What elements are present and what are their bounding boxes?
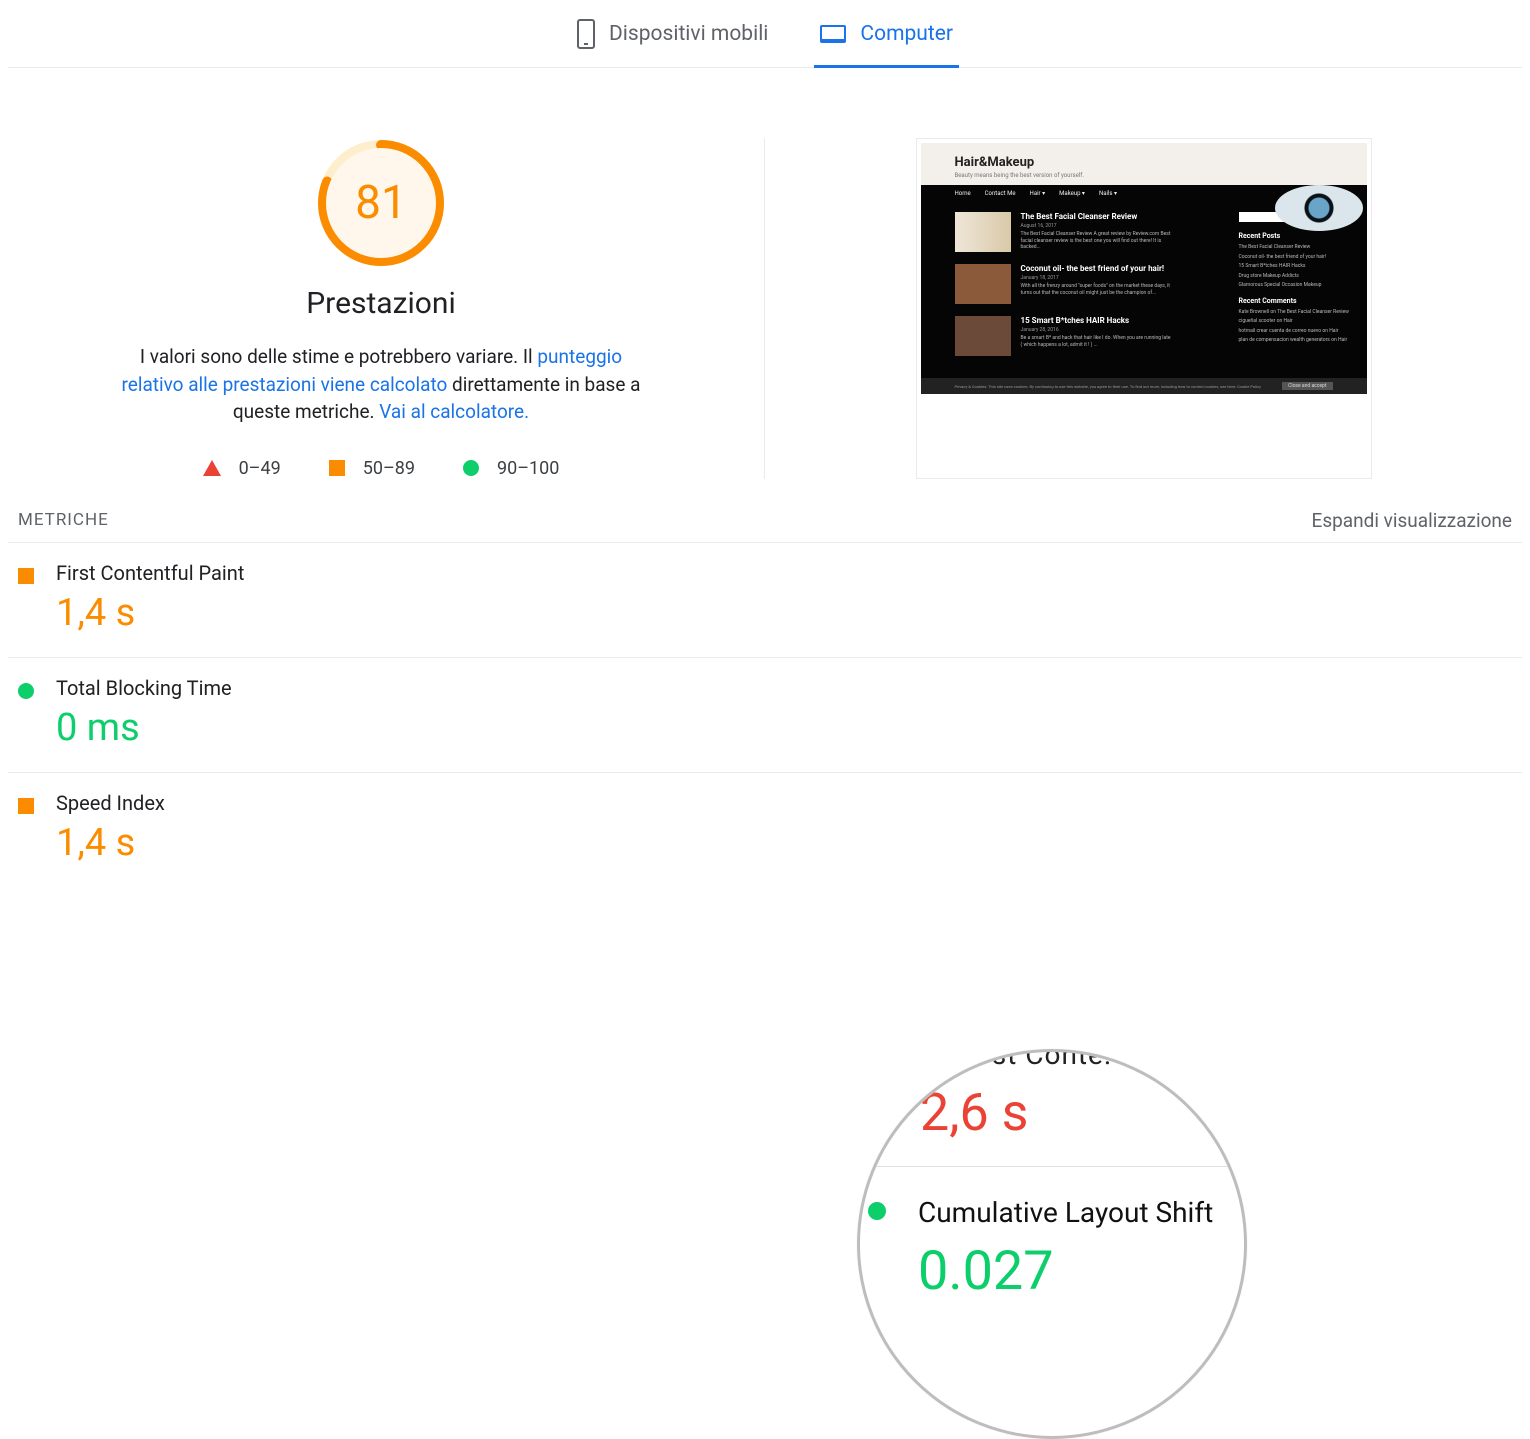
legend-bad: 0–49: [239, 458, 281, 479]
legend-good: 90–100: [497, 458, 559, 479]
metric-name: Total Blocking Time: [56, 676, 232, 700]
tab-mobile-label: Dispositivi mobili: [609, 22, 768, 46]
magnifier-overlay: st Conte. 2,6 s Cumulative Layout Shift …: [857, 1049, 1247, 1439]
computer-icon: [820, 25, 846, 43]
calculator-link[interactable]: Vai al calcolatore.: [379, 400, 529, 423]
metrics-heading: METRICHE: [18, 510, 109, 530]
circle-green-icon: [868, 1202, 886, 1220]
metric-name: First Contentful Paint: [56, 561, 244, 585]
device-tabs: Dispositivi mobili Computer: [8, 0, 1522, 68]
magnifier-top-fragment: st Conte.: [860, 1049, 1244, 1071]
metric-value: 1,4 s: [56, 821, 165, 865]
performance-description: I valori sono delle stime e potrebbero v…: [111, 343, 651, 426]
score-legend: 0–49 50–89 90–100: [203, 458, 560, 479]
magnifier-cls-name: Cumulative Layout Shift: [918, 1196, 1213, 1229]
performance-summary: 81 Prestazioni I valori sono delle stime…: [8, 138, 765, 479]
performance-title: Prestazioni: [306, 286, 456, 321]
circle-green-icon: [18, 683, 34, 699]
shot-subtitle: Beauty means being the best version of y…: [955, 172, 1095, 179]
page-screenshot: Hair&Makeup Beauty means being the best …: [916, 138, 1372, 479]
metric-name: Speed Index: [56, 791, 165, 815]
tab-computer[interactable]: Computer: [814, 0, 959, 67]
magnifier-cls-value: 0.027: [918, 1240, 1054, 1303]
metric-value: 0 ms: [56, 706, 232, 750]
tab-computer-label: Computer: [860, 22, 953, 46]
tab-mobile[interactable]: Dispositivi mobili: [571, 0, 774, 67]
square-orange-icon: [18, 798, 34, 814]
magnifier-lcp-value: 2,6 s: [920, 1082, 1028, 1143]
expand-view-button[interactable]: Espandi visualizzazione: [1312, 509, 1512, 532]
hero-image: [1275, 185, 1363, 231]
gauge-score: 81: [316, 138, 446, 268]
metric-row-si[interactable]: Speed Index 1,4 s: [8, 772, 1522, 887]
square-orange-icon: [329, 460, 345, 476]
square-orange-icon: [18, 568, 34, 584]
metric-row-fcp[interactable]: First Contentful Paint 1,4 s: [8, 542, 1522, 657]
circle-green-icon: [463, 460, 479, 476]
shot-title: Hair&Makeup: [955, 155, 1333, 170]
performance-gauge: 81: [316, 138, 446, 268]
mobile-icon: [577, 19, 595, 49]
metric-value: 1,4 s: [56, 591, 244, 635]
metric-row-tbt[interactable]: Total Blocking Time 0 ms: [8, 657, 1522, 772]
legend-mid: 50–89: [363, 458, 415, 479]
triangle-red-icon: [203, 460, 221, 476]
